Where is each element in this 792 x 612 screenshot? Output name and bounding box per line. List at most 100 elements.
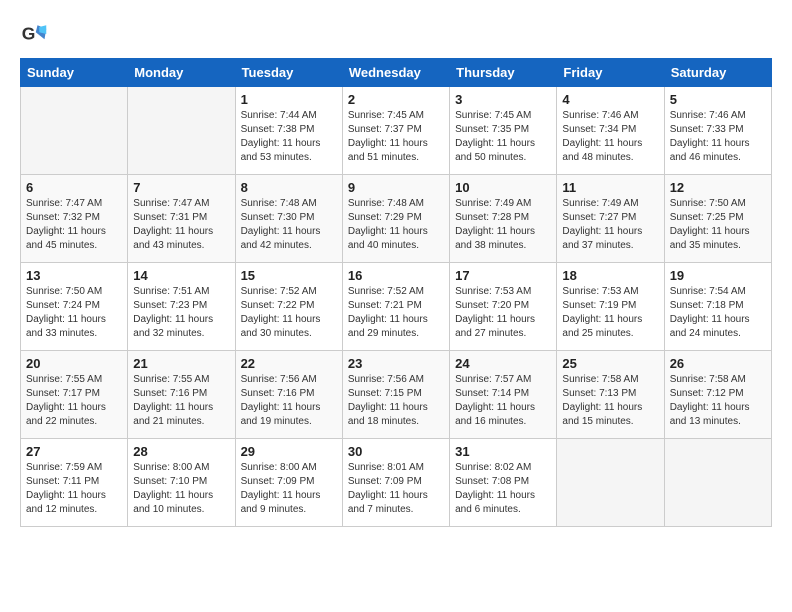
day-number: 19 (670, 268, 766, 283)
day-info: Sunrise: 7:52 AM Sunset: 7:22 PM Dayligh… (241, 285, 337, 341)
day-number: 31 (455, 444, 551, 459)
calendar-cell: 27 Sunrise: 7:59 AM Sunset: 7:11 PM Dayl… (21, 439, 128, 527)
day-number: 30 (348, 444, 444, 459)
calendar-cell: 26 Sunrise: 7:58 AM Sunset: 7:12 PM Dayl… (664, 351, 771, 439)
day-info: Sunrise: 7:46 AM Sunset: 7:34 PM Dayligh… (562, 109, 658, 165)
page-header: G (20, 20, 772, 48)
calendar-cell: 11 Sunrise: 7:49 AM Sunset: 7:27 PM Dayl… (557, 175, 664, 263)
day-number: 2 (348, 92, 444, 107)
day-info: Sunrise: 7:53 AM Sunset: 7:19 PM Dayligh… (562, 285, 658, 341)
day-number: 13 (26, 268, 122, 283)
calendar-cell: 17 Sunrise: 7:53 AM Sunset: 7:20 PM Dayl… (450, 263, 557, 351)
day-number: 15 (241, 268, 337, 283)
day-info: Sunrise: 7:53 AM Sunset: 7:20 PM Dayligh… (455, 285, 551, 341)
day-number: 23 (348, 356, 444, 371)
calendar-cell: 10 Sunrise: 7:49 AM Sunset: 7:28 PM Dayl… (450, 175, 557, 263)
calendar-cell: 9 Sunrise: 7:48 AM Sunset: 7:29 PM Dayli… (342, 175, 449, 263)
day-number: 25 (562, 356, 658, 371)
day-info: Sunrise: 8:01 AM Sunset: 7:09 PM Dayligh… (348, 461, 444, 517)
column-header-friday: Friday (557, 59, 664, 87)
calendar-cell: 14 Sunrise: 7:51 AM Sunset: 7:23 PM Dayl… (128, 263, 235, 351)
calendar-cell: 23 Sunrise: 7:56 AM Sunset: 7:15 PM Dayl… (342, 351, 449, 439)
day-info: Sunrise: 7:51 AM Sunset: 7:23 PM Dayligh… (133, 285, 229, 341)
day-number: 5 (670, 92, 766, 107)
svg-text:G: G (22, 23, 36, 43)
calendar-cell (664, 439, 771, 527)
calendar-header-row: SundayMondayTuesdayWednesdayThursdayFrid… (21, 59, 772, 87)
day-info: Sunrise: 8:02 AM Sunset: 7:08 PM Dayligh… (455, 461, 551, 517)
day-info: Sunrise: 7:48 AM Sunset: 7:30 PM Dayligh… (241, 197, 337, 253)
day-number: 4 (562, 92, 658, 107)
day-number: 24 (455, 356, 551, 371)
day-number: 8 (241, 180, 337, 195)
calendar-cell: 8 Sunrise: 7:48 AM Sunset: 7:30 PM Dayli… (235, 175, 342, 263)
calendar-cell: 5 Sunrise: 7:46 AM Sunset: 7:33 PM Dayli… (664, 87, 771, 175)
calendar-cell: 1 Sunrise: 7:44 AM Sunset: 7:38 PM Dayli… (235, 87, 342, 175)
calendar-cell: 2 Sunrise: 7:45 AM Sunset: 7:37 PM Dayli… (342, 87, 449, 175)
day-info: Sunrise: 7:59 AM Sunset: 7:11 PM Dayligh… (26, 461, 122, 517)
column-header-tuesday: Tuesday (235, 59, 342, 87)
calendar-cell: 3 Sunrise: 7:45 AM Sunset: 7:35 PM Dayli… (450, 87, 557, 175)
column-header-saturday: Saturday (664, 59, 771, 87)
calendar-cell: 4 Sunrise: 7:46 AM Sunset: 7:34 PM Dayli… (557, 87, 664, 175)
calendar-week-row: 6 Sunrise: 7:47 AM Sunset: 7:32 PM Dayli… (21, 175, 772, 263)
day-number: 27 (26, 444, 122, 459)
calendar-cell: 28 Sunrise: 8:00 AM Sunset: 7:10 PM Dayl… (128, 439, 235, 527)
calendar-cell (128, 87, 235, 175)
calendar-table: SundayMondayTuesdayWednesdayThursdayFrid… (20, 58, 772, 527)
day-number: 18 (562, 268, 658, 283)
day-number: 1 (241, 92, 337, 107)
day-number: 12 (670, 180, 766, 195)
day-info: Sunrise: 7:45 AM Sunset: 7:35 PM Dayligh… (455, 109, 551, 165)
day-number: 6 (26, 180, 122, 195)
day-info: Sunrise: 7:52 AM Sunset: 7:21 PM Dayligh… (348, 285, 444, 341)
calendar-cell: 25 Sunrise: 7:58 AM Sunset: 7:13 PM Dayl… (557, 351, 664, 439)
day-number: 16 (348, 268, 444, 283)
day-number: 17 (455, 268, 551, 283)
calendar-cell (21, 87, 128, 175)
day-number: 3 (455, 92, 551, 107)
calendar-week-row: 13 Sunrise: 7:50 AM Sunset: 7:24 PM Dayl… (21, 263, 772, 351)
day-info: Sunrise: 7:47 AM Sunset: 7:32 PM Dayligh… (26, 197, 122, 253)
day-info: Sunrise: 7:56 AM Sunset: 7:16 PM Dayligh… (241, 373, 337, 429)
day-info: Sunrise: 7:49 AM Sunset: 7:28 PM Dayligh… (455, 197, 551, 253)
day-info: Sunrise: 7:58 AM Sunset: 7:13 PM Dayligh… (562, 373, 658, 429)
column-header-wednesday: Wednesday (342, 59, 449, 87)
column-header-sunday: Sunday (21, 59, 128, 87)
calendar-week-row: 27 Sunrise: 7:59 AM Sunset: 7:11 PM Dayl… (21, 439, 772, 527)
day-number: 20 (26, 356, 122, 371)
calendar-cell: 15 Sunrise: 7:52 AM Sunset: 7:22 PM Dayl… (235, 263, 342, 351)
calendar-cell: 13 Sunrise: 7:50 AM Sunset: 7:24 PM Dayl… (21, 263, 128, 351)
day-info: Sunrise: 7:55 AM Sunset: 7:16 PM Dayligh… (133, 373, 229, 429)
calendar-cell: 31 Sunrise: 8:02 AM Sunset: 7:08 PM Dayl… (450, 439, 557, 527)
day-info: Sunrise: 7:50 AM Sunset: 7:24 PM Dayligh… (26, 285, 122, 341)
day-info: Sunrise: 8:00 AM Sunset: 7:10 PM Dayligh… (133, 461, 229, 517)
day-number: 10 (455, 180, 551, 195)
day-info: Sunrise: 7:56 AM Sunset: 7:15 PM Dayligh… (348, 373, 444, 429)
calendar-cell: 24 Sunrise: 7:57 AM Sunset: 7:14 PM Dayl… (450, 351, 557, 439)
calendar-cell: 22 Sunrise: 7:56 AM Sunset: 7:16 PM Dayl… (235, 351, 342, 439)
day-number: 22 (241, 356, 337, 371)
column-header-monday: Monday (128, 59, 235, 87)
day-number: 14 (133, 268, 229, 283)
calendar-cell: 12 Sunrise: 7:50 AM Sunset: 7:25 PM Dayl… (664, 175, 771, 263)
day-info: Sunrise: 7:45 AM Sunset: 7:37 PM Dayligh… (348, 109, 444, 165)
day-info: Sunrise: 7:46 AM Sunset: 7:33 PM Dayligh… (670, 109, 766, 165)
day-number: 28 (133, 444, 229, 459)
day-info: Sunrise: 7:47 AM Sunset: 7:31 PM Dayligh… (133, 197, 229, 253)
calendar-cell: 19 Sunrise: 7:54 AM Sunset: 7:18 PM Dayl… (664, 263, 771, 351)
day-info: Sunrise: 7:55 AM Sunset: 7:17 PM Dayligh… (26, 373, 122, 429)
calendar-cell: 7 Sunrise: 7:47 AM Sunset: 7:31 PM Dayli… (128, 175, 235, 263)
calendar-cell (557, 439, 664, 527)
calendar-cell: 16 Sunrise: 7:52 AM Sunset: 7:21 PM Dayl… (342, 263, 449, 351)
logo: G (20, 20, 52, 48)
day-info: Sunrise: 7:54 AM Sunset: 7:18 PM Dayligh… (670, 285, 766, 341)
day-info: Sunrise: 7:58 AM Sunset: 7:12 PM Dayligh… (670, 373, 766, 429)
day-number: 29 (241, 444, 337, 459)
calendar-cell: 29 Sunrise: 8:00 AM Sunset: 7:09 PM Dayl… (235, 439, 342, 527)
day-info: Sunrise: 7:48 AM Sunset: 7:29 PM Dayligh… (348, 197, 444, 253)
calendar-cell: 20 Sunrise: 7:55 AM Sunset: 7:17 PM Dayl… (21, 351, 128, 439)
day-info: Sunrise: 7:57 AM Sunset: 7:14 PM Dayligh… (455, 373, 551, 429)
day-number: 21 (133, 356, 229, 371)
day-number: 26 (670, 356, 766, 371)
